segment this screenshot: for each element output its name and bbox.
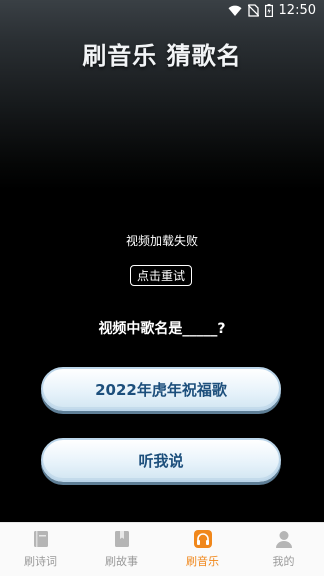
status-icons: 12:50 [228, 3, 316, 18]
tab-profile[interactable]: 我的 [243, 523, 324, 576]
tab-stories[interactable]: 刷故事 [81, 523, 162, 576]
answer-option-1[interactable]: 2022年虎年祝福歌 [41, 367, 281, 411]
tab-label: 刷诗词 [24, 555, 57, 568]
bookmark-icon [114, 531, 129, 547]
tab-label: 刷音乐 [186, 555, 219, 568]
tab-label: 刷故事 [105, 555, 138, 568]
question-text: 视频中歌名是_____? [98, 321, 226, 337]
headphones-icon [193, 530, 212, 548]
bottom-tab-bar: 刷诗词 刷故事 刷音乐 我的 [0, 522, 324, 576]
tab-label: 我的 [272, 555, 295, 568]
tab-poetry[interactable]: 刷诗词 [0, 523, 81, 576]
answer-option-2[interactable]: 听我说 [41, 438, 281, 482]
battery-icon [264, 4, 273, 17]
status-bar: 12:50 [0, 0, 324, 22]
page-title: 刷音乐 猜歌名 [82, 42, 242, 70]
no-sim-icon [247, 4, 259, 17]
tab-music[interactable]: 刷音乐 [162, 523, 243, 576]
clock: 12:50 [278, 3, 316, 18]
retry-button[interactable]: 点击重试 [130, 265, 192, 286]
wifi-icon [228, 5, 242, 16]
person-icon [275, 531, 292, 548]
app-screen: 12:50 刷音乐 猜歌名 视频加载失败 点击重试 视频中歌名是_____? 2… [0, 0, 324, 576]
video-error-text: 视频加载失败 [125, 234, 198, 248]
book-icon [33, 531, 48, 547]
